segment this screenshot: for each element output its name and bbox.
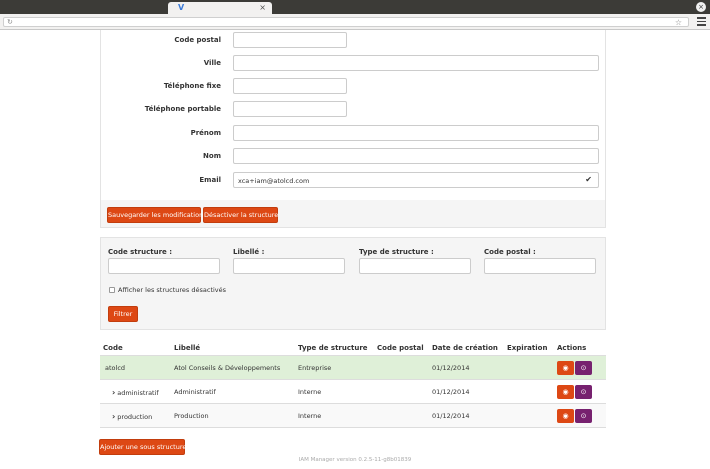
filter-libelle-input[interactable] <box>233 258 345 274</box>
browser-toolbar: ↻ ☆ <box>0 14 710 30</box>
telephone-portable-label: Téléphone portable <box>144 105 221 113</box>
hamburger-menu-icon[interactable] <box>697 17 706 26</box>
email-input[interactable]: xca+iam@atolcd.com ✔ <box>233 172 599 188</box>
add-sub-structure-button[interactable]: Ajouter une sous structure <box>99 439 186 455</box>
table-row[interactable]: › administratif Administratif Interne 01/… <box>100 380 606 404</box>
filter-code-input[interactable] <box>108 258 220 274</box>
filter-type-label: Type de structure : <box>359 248 434 256</box>
email-label: Email <box>199 176 221 184</box>
filter-code-label: Code structure : <box>108 248 173 256</box>
nom-input[interactable] <box>233 148 599 164</box>
filter-type-input[interactable] <box>359 258 471 274</box>
email-value: xca+iam@atolcd.com <box>238 177 310 185</box>
form-row-prenom: Prénom <box>101 125 607 141</box>
column-header-date-creation[interactable]: Date de création <box>432 344 498 352</box>
structure-form: Code postal Ville Téléphone fixe Télépho… <box>100 30 606 200</box>
save-button[interactable]: Sauvegarder les modifications <box>107 207 207 223</box>
column-header-code[interactable]: Code <box>103 344 123 352</box>
filter-code-postal-input[interactable] <box>484 258 596 274</box>
form-row-telephone-portable: Téléphone portable <box>101 101 607 117</box>
form-row-nom: Nom <box>101 148 607 164</box>
filter-code-postal-label: Code postal : <box>484 248 536 256</box>
row-libelle: Atol Conseils & Développements <box>174 364 281 372</box>
reload-icon[interactable]: ↻ <box>7 18 13 27</box>
column-header-type[interactable]: Type de structure <box>298 344 368 352</box>
telephone-portable-input[interactable] <box>233 101 347 117</box>
row-type: Interne <box>298 412 322 420</box>
table-row[interactable]: › production Production Interne 01/12/201… <box>100 404 606 428</box>
row-code: › production <box>112 412 153 421</box>
row-code: atolcd <box>105 364 126 372</box>
bookmark-star-icon[interactable]: ☆ <box>675 18 682 27</box>
deactivate-power-icon[interactable]: ⊙ <box>575 409 592 423</box>
form-row-telephone-fixe: Téléphone fixe <box>101 78 607 94</box>
view-eye-icon[interactable]: ◉ <box>557 409 574 423</box>
row-libelle: Administratif <box>174 388 216 396</box>
column-header-expiration[interactable]: Expiration <box>507 344 547 352</box>
filter-libelle-label: Libellé : <box>233 248 265 256</box>
row-date-creation: 01/12/2014 <box>432 388 470 396</box>
browser-tab[interactable]: V × <box>168 2 272 14</box>
deactivate-structure-button[interactable]: Désactiver la structure <box>203 207 278 223</box>
chevron-right-icon[interactable]: › <box>112 388 115 397</box>
view-eye-icon[interactable]: ◉ <box>557 385 574 399</box>
version-footer: IAM Manager version 0.2.5-11-g8b01839 <box>298 457 412 463</box>
address-bar[interactable]: ↻ ☆ <box>3 17 689 27</box>
vee-icon: V <box>178 3 185 12</box>
row-date-creation: 01/12/2014 <box>432 364 470 372</box>
column-header-actions: Actions <box>557 344 587 352</box>
view-eye-icon[interactable]: ◉ <box>557 361 574 375</box>
ville-input[interactable] <box>233 55 599 71</box>
table-row[interactable]: atolcd Atol Conseils & Développements En… <box>100 356 606 380</box>
form-row-email: Email xca+iam@atolcd.com ✔ <box>101 172 607 188</box>
row-date-creation: 01/12/2014 <box>432 412 470 420</box>
show-disabled-checkbox[interactable] <box>109 287 115 293</box>
valid-check-icon: ✔ <box>585 175 592 184</box>
row-type: Interne <box>298 388 322 396</box>
telephone-fixe-label: Téléphone fixe <box>163 82 221 90</box>
deactivate-power-icon[interactable]: ⊙ <box>575 385 592 399</box>
chevron-right-icon[interactable]: › <box>112 412 115 421</box>
show-disabled-label: Afficher les structures désactivés <box>118 286 227 294</box>
form-row-code-postal: Code postal <box>101 32 607 48</box>
row-code: › administratif <box>112 388 159 397</box>
row-type: Entreprise <box>298 364 332 372</box>
form-row-ville: Ville <box>101 55 607 71</box>
row-libelle: Production <box>174 412 209 420</box>
tab-close-icon[interactable]: × <box>259 3 266 13</box>
prenom-label: Prénom <box>190 129 221 137</box>
deactivate-power-icon[interactable]: ⊙ <box>575 361 592 375</box>
column-header-code-postal[interactable]: Code postal <box>377 344 424 352</box>
nom-label: Nom <box>203 152 221 160</box>
ville-label: Ville <box>203 59 221 67</box>
code-postal-label: Code postal <box>174 36 221 44</box>
prenom-input[interactable] <box>233 125 599 141</box>
browser-titlebar: V × × <box>0 0 710 14</box>
window-close-icon[interactable]: × <box>696 2 706 12</box>
telephone-fixe-input[interactable] <box>233 78 347 94</box>
code-postal-input[interactable] <box>233 32 347 48</box>
column-header-libelle[interactable]: Libellé <box>174 344 200 352</box>
filter-button[interactable]: Filtrer <box>108 306 138 322</box>
